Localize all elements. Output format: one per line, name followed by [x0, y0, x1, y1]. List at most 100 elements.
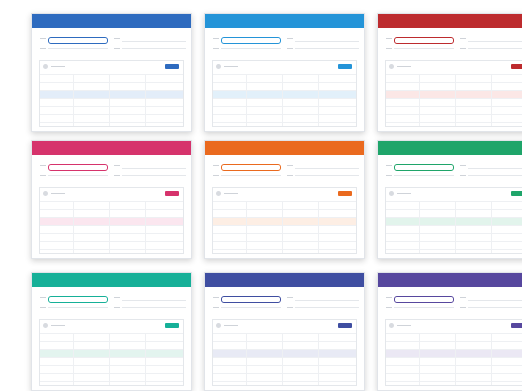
table-row-highlighted[interactable]: [386, 349, 522, 357]
panel-action-button[interactable]: [165, 191, 179, 196]
panel-circle-icon: [389, 191, 394, 196]
focused-input-field[interactable]: [221, 296, 281, 303]
template-thumbnail-card[interactable]: [377, 13, 522, 132]
table-row[interactable]: [213, 122, 356, 126]
table-row[interactable]: [40, 365, 183, 373]
table-row[interactable]: [386, 233, 522, 241]
table-row[interactable]: [386, 114, 522, 122]
table-row[interactable]: [386, 357, 522, 365]
field-underline: [295, 175, 359, 176]
table-row[interactable]: [213, 357, 356, 365]
table-row[interactable]: [213, 373, 356, 381]
form-area: [32, 155, 191, 185]
table-panel: [212, 319, 357, 386]
table-row[interactable]: [213, 201, 356, 209]
template-thumbnail-card[interactable]: [204, 272, 365, 391]
table-row[interactable]: [213, 209, 356, 217]
table-column-divider: [491, 333, 492, 385]
table-row[interactable]: [213, 249, 356, 253]
table-row[interactable]: [386, 209, 522, 217]
panel-action-button[interactable]: [338, 64, 352, 69]
table-row[interactable]: [213, 381, 356, 385]
table-row[interactable]: [40, 381, 183, 385]
table-row-highlighted[interactable]: [386, 90, 522, 98]
table-row[interactable]: [386, 341, 522, 349]
panel-action-button[interactable]: [511, 64, 522, 69]
focused-input-field[interactable]: [48, 37, 108, 44]
template-thumbnail-card[interactable]: [377, 272, 522, 391]
table-row[interactable]: [386, 98, 522, 106]
table-row-highlighted[interactable]: [213, 90, 356, 98]
table-row-highlighted[interactable]: [40, 90, 183, 98]
table-row[interactable]: [386, 225, 522, 233]
table-row[interactable]: [40, 233, 183, 241]
table-row[interactable]: [213, 241, 356, 249]
panel-circle-icon: [389, 64, 394, 69]
focused-input-field[interactable]: [221, 164, 281, 171]
table-row[interactable]: [40, 201, 183, 209]
template-thumbnail-card[interactable]: [31, 272, 192, 391]
table-row[interactable]: [40, 122, 183, 126]
table-row[interactable]: [386, 373, 522, 381]
table-row[interactable]: [40, 225, 183, 233]
field-underline: [221, 48, 281, 49]
table-row[interactable]: [40, 373, 183, 381]
table-row-highlighted[interactable]: [40, 217, 183, 225]
table-row[interactable]: [40, 249, 183, 253]
table-row[interactable]: [386, 82, 522, 90]
table-row[interactable]: [386, 365, 522, 373]
table-row[interactable]: [213, 341, 356, 349]
table-row[interactable]: [40, 114, 183, 122]
focused-input-field[interactable]: [394, 296, 454, 303]
focused-input-field[interactable]: [394, 37, 454, 44]
table-row-highlighted[interactable]: [40, 349, 183, 357]
panel-circle-icon: [216, 191, 221, 196]
field-label-placeholder: [114, 297, 120, 298]
table-row[interactable]: [386, 122, 522, 126]
panel-action-button[interactable]: [338, 323, 352, 328]
table-row[interactable]: [213, 365, 356, 373]
template-thumbnail-card[interactable]: [204, 13, 365, 132]
table-row[interactable]: [386, 241, 522, 249]
table-row[interactable]: [40, 106, 183, 114]
table-row[interactable]: [213, 114, 356, 122]
table-row-highlighted[interactable]: [213, 349, 356, 357]
table-row[interactable]: [40, 341, 183, 349]
table-row[interactable]: [386, 201, 522, 209]
table-row[interactable]: [213, 106, 356, 114]
table-row[interactable]: [40, 98, 183, 106]
table-row[interactable]: [386, 106, 522, 114]
table-row[interactable]: [40, 74, 183, 82]
focused-input-field[interactable]: [221, 37, 281, 44]
panel-action-button[interactable]: [511, 191, 522, 196]
table-row[interactable]: [386, 74, 522, 82]
table-row[interactable]: [213, 98, 356, 106]
focused-input-field[interactable]: [48, 296, 108, 303]
table-row[interactable]: [386, 249, 522, 253]
table-row[interactable]: [213, 225, 356, 233]
table-row[interactable]: [213, 233, 356, 241]
table-row[interactable]: [40, 357, 183, 365]
table-row[interactable]: [40, 333, 183, 341]
table-row[interactable]: [386, 381, 522, 385]
table-row[interactable]: [213, 333, 356, 341]
panel-action-button[interactable]: [511, 323, 522, 328]
table-row[interactable]: [40, 82, 183, 90]
table-row[interactable]: [40, 241, 183, 249]
table-row[interactable]: [386, 333, 522, 341]
focused-input-field[interactable]: [48, 164, 108, 171]
field-label-placeholder: [213, 307, 219, 308]
table-row-highlighted[interactable]: [386, 217, 522, 225]
template-thumbnail-card[interactable]: [204, 140, 365, 259]
table-row[interactable]: [213, 74, 356, 82]
template-thumbnail-card[interactable]: [31, 13, 192, 132]
focused-input-field[interactable]: [394, 164, 454, 171]
template-thumbnail-card[interactable]: [31, 140, 192, 259]
table-row[interactable]: [40, 209, 183, 217]
panel-action-button[interactable]: [165, 323, 179, 328]
template-thumbnail-card[interactable]: [377, 140, 522, 259]
panel-action-button[interactable]: [165, 64, 179, 69]
table-row-highlighted[interactable]: [213, 217, 356, 225]
table-row[interactable]: [213, 82, 356, 90]
panel-action-button[interactable]: [338, 191, 352, 196]
